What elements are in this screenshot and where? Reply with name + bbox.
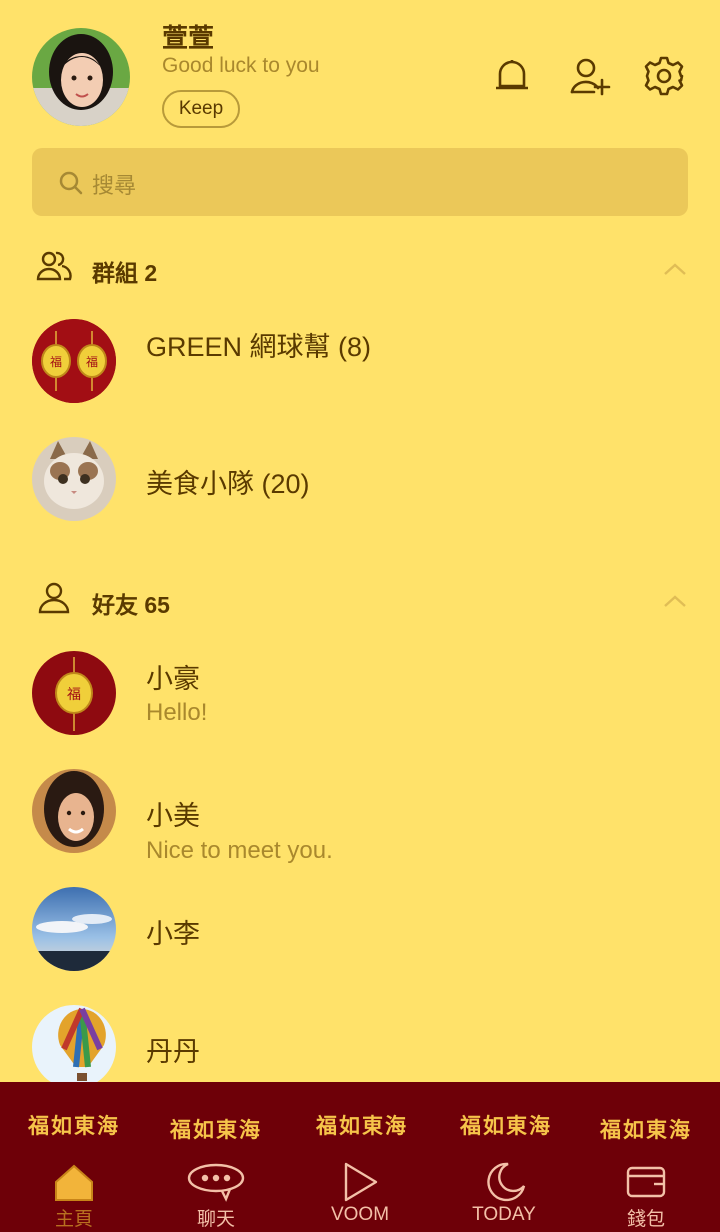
group-name: GREEN 網球幫 (8) — [146, 332, 372, 362]
friend-status: Nice to meet you. — [146, 837, 333, 864]
nav-wallet[interactable]: 錢包 — [586, 1162, 706, 1232]
nav-chat[interactable]: 聊天 — [156, 1162, 276, 1232]
svg-text:福: 福 — [67, 687, 81, 703]
friend-avatar-woman — [32, 769, 116, 853]
keep-button[interactable]: Keep — [162, 90, 240, 128]
friend-icon — [38, 582, 70, 614]
nav-label-chat: 聊天 — [196, 1209, 235, 1230]
nav-home[interactable]: 主頁 — [14, 1162, 134, 1232]
group-avatar-cat — [32, 437, 116, 521]
nav-label-home: 主頁 — [54, 1209, 93, 1230]
group-name: 美食小隊 (20) — [146, 469, 310, 499]
moon-icon — [487, 1162, 526, 1202]
profile-status: Good luck to you — [162, 54, 320, 77]
friend-name: 小李 — [146, 919, 200, 949]
decorative-motif: 福如東海 — [316, 1113, 408, 1138]
profile-name: 萱萱 — [162, 23, 215, 53]
profile-avatar[interactable] — [32, 28, 130, 126]
svg-text:福: 福 — [86, 354, 98, 369]
groups-header[interactable]: 群組 2 — [32, 244, 692, 294]
svg-text:福: 福 — [50, 354, 62, 369]
search-placeholder: 搜尋 — [92, 173, 137, 198]
friend-name: 小美 — [146, 801, 200, 831]
group-avatar-lanterns: 福 福 — [32, 319, 116, 403]
friend-avatar-balloon — [32, 1005, 116, 1089]
friend-avatar-sky — [32, 887, 116, 971]
nav-label-voom: VOOM — [330, 1204, 390, 1225]
settings-icon[interactable] — [640, 52, 688, 100]
wallet-icon — [626, 1166, 666, 1198]
friend-avatar-lantern: 福 — [32, 651, 116, 735]
bottom-navigation: 福如東海 福如東海 福如東海 福如東海 福如東海 主頁 聊天 VOOM TODA… — [0, 1082, 720, 1232]
groups-title: 群組 2 — [92, 260, 158, 286]
add-friend-icon[interactable] — [566, 52, 614, 100]
decorative-motif: 福如東海 — [28, 1113, 120, 1138]
friends-header[interactable]: 好友 65 — [32, 576, 692, 626]
nav-label-today: TODAY — [472, 1204, 536, 1225]
friend-status: Hello! — [146, 699, 208, 726]
nav-today[interactable]: TODAY — [444, 1162, 564, 1232]
chat-icon — [187, 1163, 245, 1202]
chevron-up-icon[interactable] — [658, 252, 692, 286]
decorative-motif: 福如東海 — [460, 1113, 552, 1138]
decorative-motif: 福如東海 — [170, 1117, 262, 1142]
search-icon — [59, 171, 83, 195]
search-bar[interactable]: 搜尋 — [32, 148, 688, 216]
friends-title: 好友 65 — [92, 592, 170, 618]
decorative-motif: 福如東海 — [600, 1117, 692, 1142]
friend-name: 丹丹 — [146, 1037, 200, 1067]
bell-icon[interactable] — [488, 52, 536, 100]
friend-name: 小豪 — [146, 664, 200, 694]
nav-label-wallet: 錢包 — [626, 1209, 665, 1230]
play-icon — [344, 1162, 378, 1202]
chevron-up-icon[interactable] — [658, 584, 692, 618]
group-icon — [36, 251, 72, 281]
nav-voom[interactable]: VOOM — [300, 1162, 420, 1232]
home-icon — [55, 1164, 93, 1201]
